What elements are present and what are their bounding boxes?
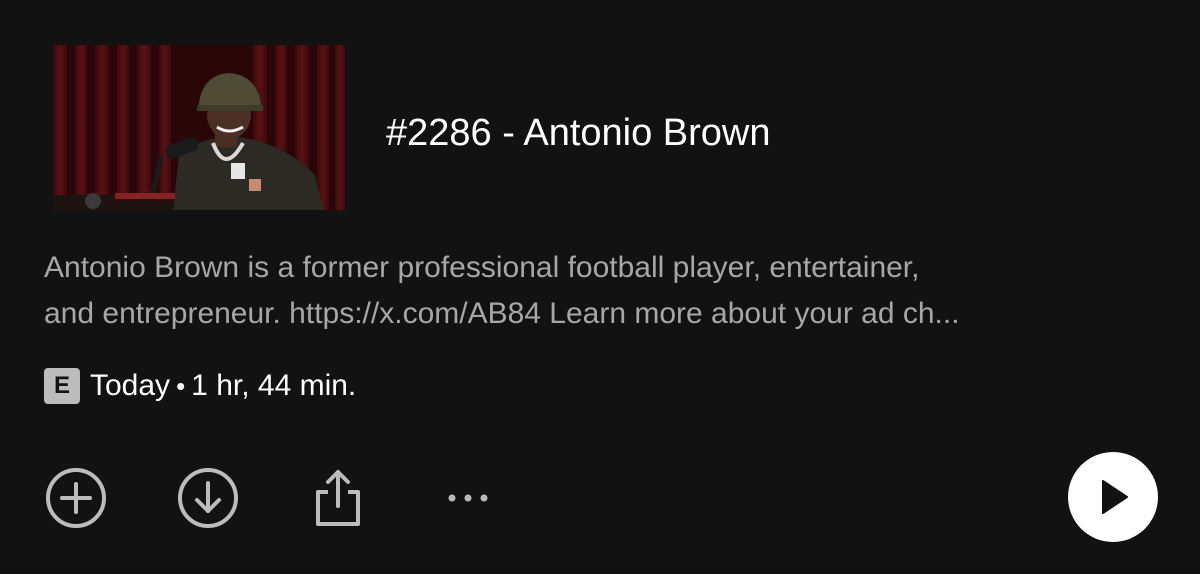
episode-thumbnail[interactable] [53, 45, 345, 210]
explicit-badge: E [44, 368, 80, 404]
episode-card: #2286 - Antonio Brown Antonio Brown is a… [0, 0, 1200, 574]
episode-description[interactable]: Antonio Brown is a former professional f… [44, 245, 1164, 337]
episode-meta: E Today • 1 hr, 44 min. [44, 364, 356, 408]
more-horizontal-icon [448, 494, 488, 502]
episode-title[interactable]: #2286 - Antonio Brown [386, 108, 771, 158]
play-icon [1102, 480, 1128, 514]
thumbnail-image [53, 45, 345, 210]
share-icon [316, 470, 360, 526]
description-line-2: and entrepreneur. https://x.com/AB84 Lea… [44, 297, 960, 330]
meta-separator: • [176, 370, 186, 401]
episode-duration: 1 hr, 44 min. [191, 369, 357, 402]
more-options-button[interactable] [436, 466, 500, 530]
add-to-library-button[interactable] [44, 466, 108, 530]
plus-circle-icon [46, 468, 106, 528]
download-button[interactable] [176, 466, 240, 530]
description-line-1: Antonio Brown is a former professional f… [44, 251, 920, 284]
play-button[interactable] [1068, 452, 1158, 542]
share-button[interactable] [306, 466, 370, 530]
episode-date: Today [90, 369, 171, 402]
download-circle-icon [178, 468, 238, 528]
